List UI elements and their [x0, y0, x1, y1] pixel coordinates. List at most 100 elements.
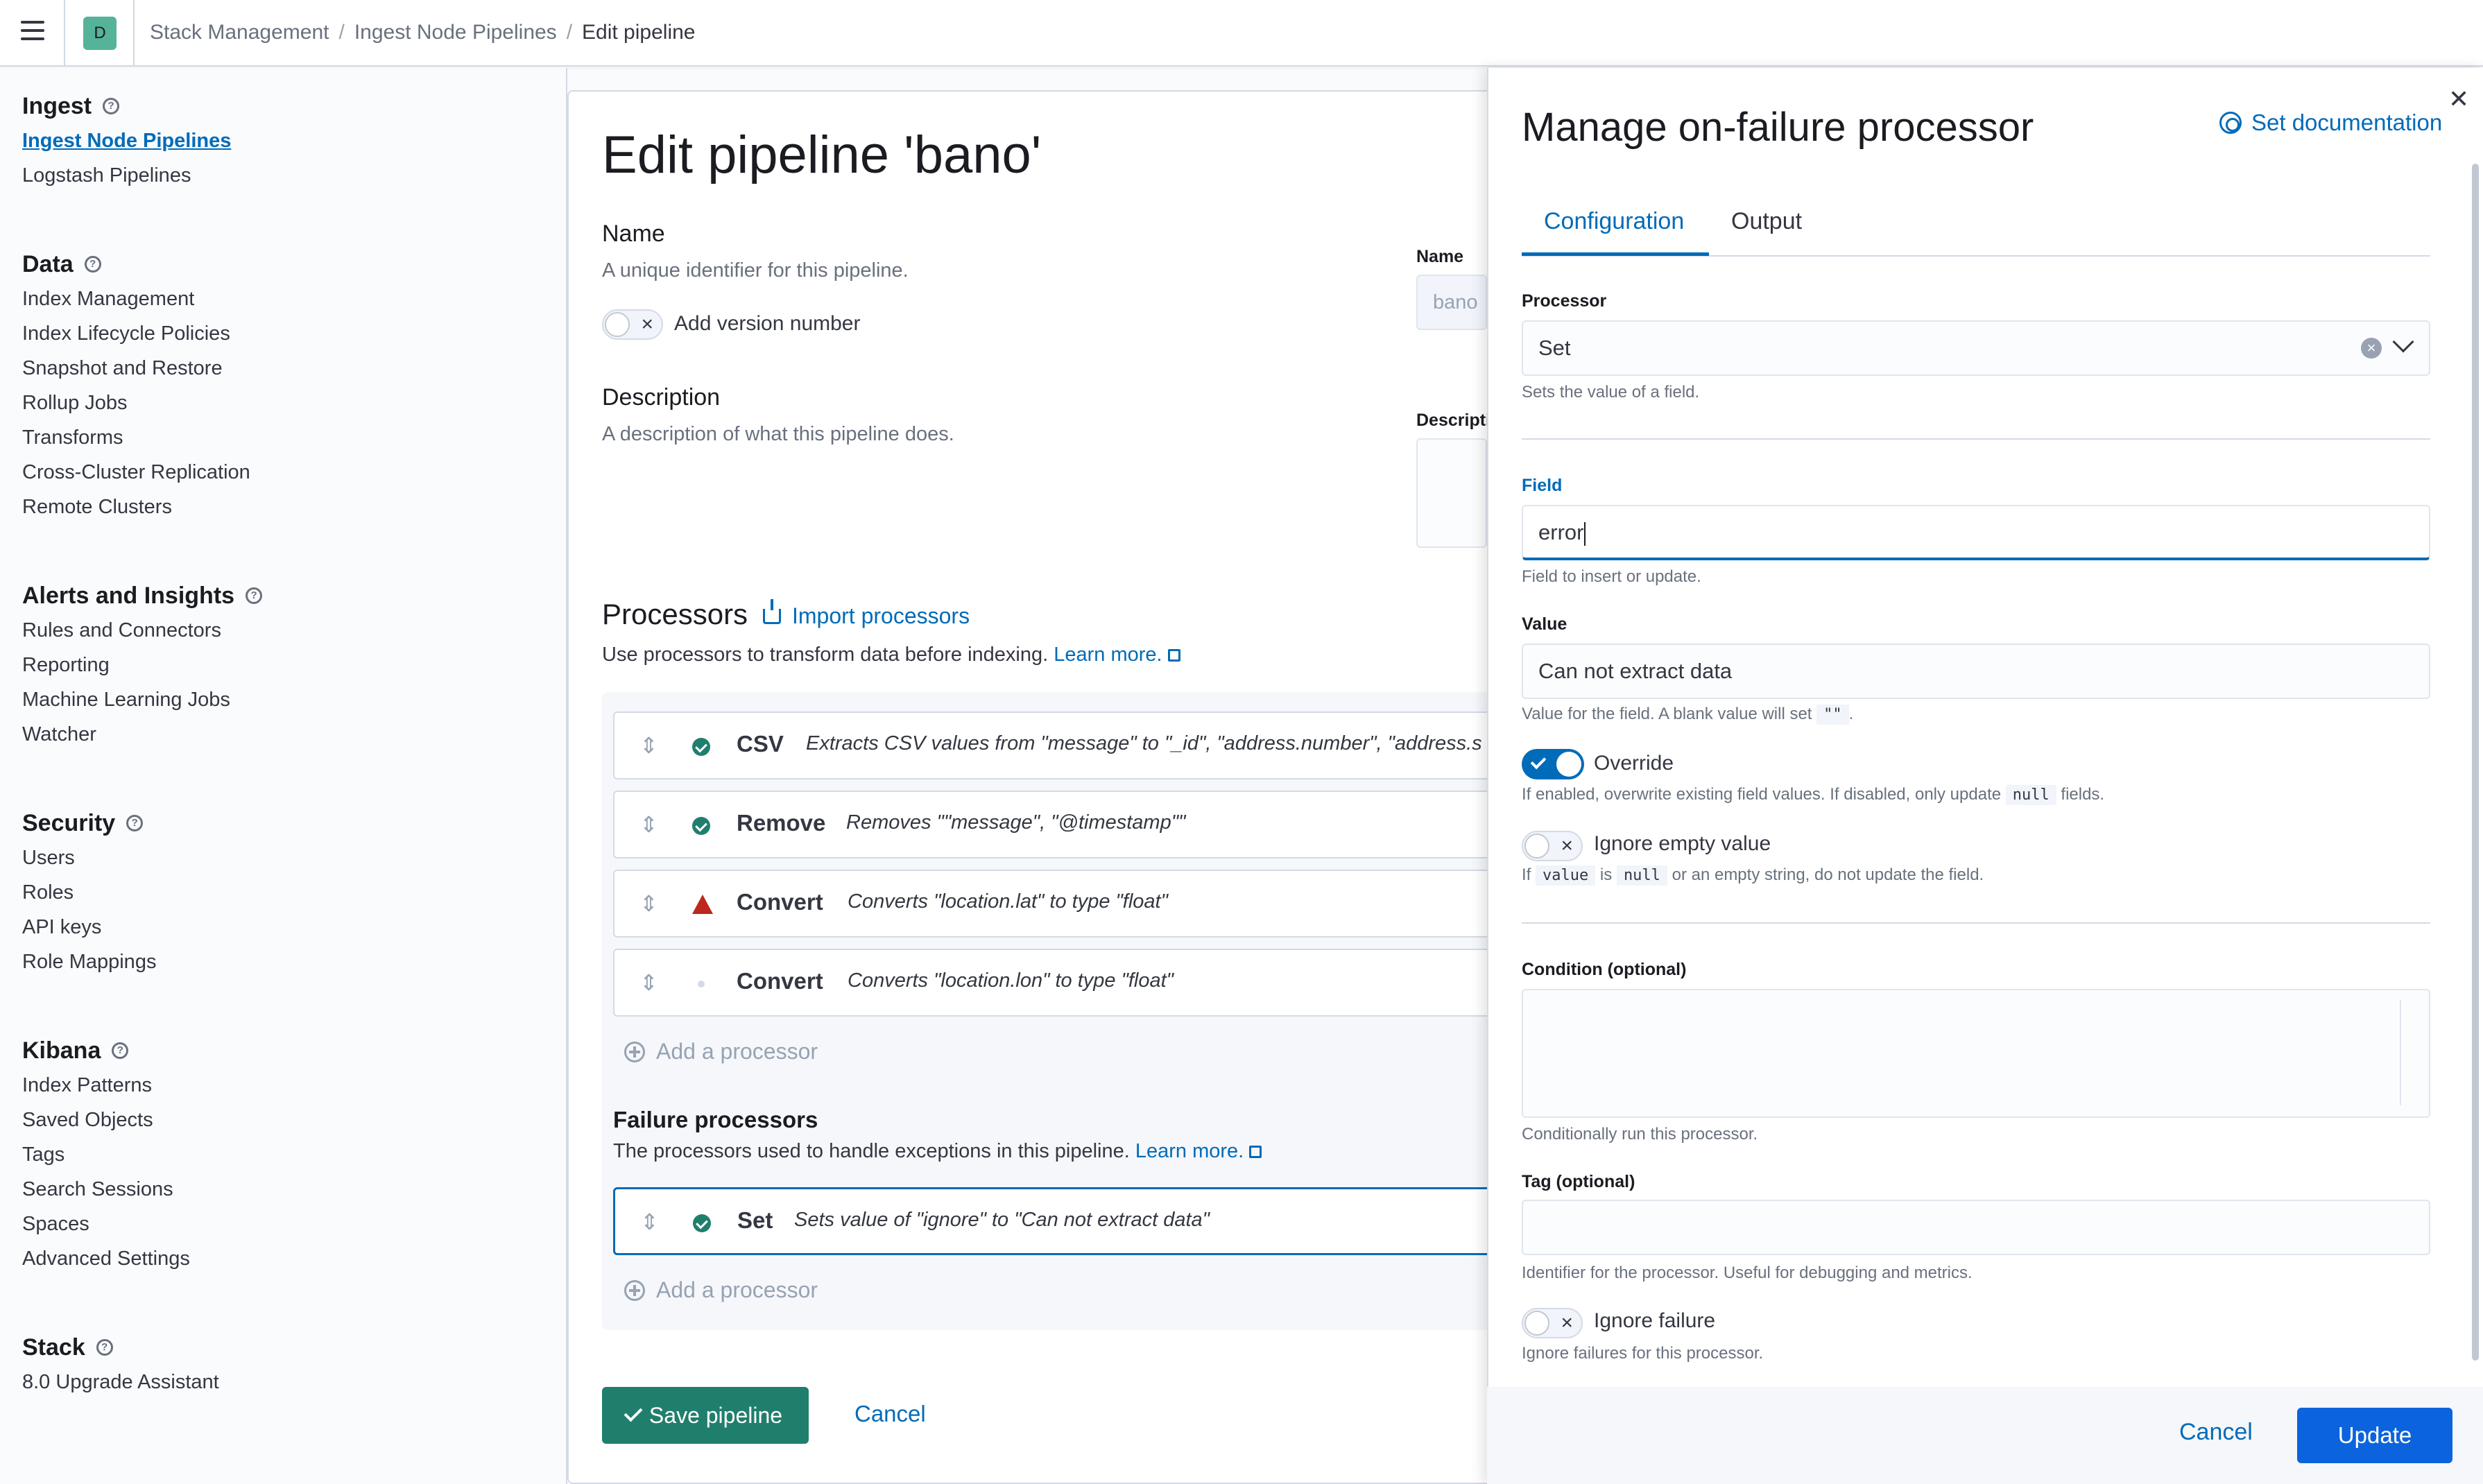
- help-icon[interactable]: ?: [103, 98, 120, 114]
- tag-input[interactable]: [1522, 1200, 2430, 1255]
- sidebar-item-roles[interactable]: Roles: [22, 875, 156, 910]
- tab-configuration[interactable]: Configuration: [1544, 208, 1684, 235]
- sidebar-item-upgrade-assistant[interactable]: 8.0 Upgrade Assistant: [22, 1365, 219, 1399]
- help-icon[interactable]: ?: [96, 1339, 113, 1356]
- processor-row[interactable]: ⇕ Convert Converts "location.lat" to typ…: [613, 870, 1552, 938]
- nav-group-data: Data? Index Management Index Lifecycle P…: [22, 247, 250, 524]
- learn-more-link[interactable]: Learn more.: [1135, 1140, 1244, 1162]
- sidebar-item-tags[interactable]: Tags: [22, 1137, 190, 1172]
- sidebar-item-snapshot-and-restore[interactable]: Snapshot and Restore: [22, 351, 250, 386]
- help-icon[interactable]: ?: [246, 587, 263, 604]
- drag-handle-icon[interactable]: ⇕: [639, 732, 658, 759]
- ignore-empty-help-is: is: [1599, 865, 1613, 884]
- processor-desc: Sets value of "ignore" to "Can not extra…: [794, 1209, 1210, 1231]
- nav-group-title: Alerts and Insights: [22, 582, 235, 609]
- drag-handle-icon[interactable]: ⇕: [639, 969, 658, 996]
- hamburger-menu-icon[interactable]: [21, 21, 46, 42]
- nav-group-kibana: Kibana? Index Patterns Saved Objects Tag…: [22, 1033, 190, 1276]
- breadcrumb: Stack Management / Ingest Node Pipelines / E…: [150, 21, 696, 44]
- override-toggle[interactable]: [1522, 749, 1584, 779]
- nav-group-ingest: Ingest? Ingest Node Pipelines Logstash P…: [22, 89, 231, 193]
- help-icon[interactable]: ?: [84, 256, 101, 273]
- divider: [1522, 922, 2430, 924]
- flyout-cancel-button[interactable]: Cancel: [2179, 1419, 2253, 1446]
- check-circle-icon: [692, 738, 710, 756]
- version-toggle[interactable]: ×: [602, 309, 663, 340]
- processor-row[interactable]: ⇕ Convert Converts "location.lon" to typ…: [613, 949, 1552, 1017]
- space-avatar[interactable]: D: [83, 17, 117, 50]
- import-processors-label: Import processors: [792, 603, 970, 628]
- override-label: Override: [1594, 752, 1674, 775]
- drag-handle-icon[interactable]: ⇕: [639, 811, 658, 838]
- processor-select[interactable]: Set: [1522, 320, 2430, 376]
- processor-row[interactable]: ⇕ Remove Removes ""message", "@timestamp…: [613, 791, 1552, 859]
- failure-processors-desc: The processors used to handle exceptions…: [613, 1140, 1262, 1163]
- condition-editor[interactable]: [1522, 989, 2430, 1118]
- name-section-desc: A unique identifier for this pipeline.: [602, 259, 909, 282]
- processor-name: Convert: [737, 968, 823, 994]
- field-input[interactable]: error: [1522, 505, 2430, 560]
- set-documentation-link[interactable]: Set documentation: [2219, 110, 2442, 136]
- sidebar-item-search-sessions[interactable]: Search Sessions: [22, 1172, 190, 1207]
- import-processors-link[interactable]: Import processors: [763, 598, 970, 629]
- sidebar-item-index-management[interactable]: Index Management: [22, 282, 250, 316]
- sidebar-item-index-patterns[interactable]: Index Patterns: [22, 1068, 190, 1103]
- sidebar-item-api-keys[interactable]: API keys: [22, 910, 156, 944]
- sidebar-item-remote-clusters[interactable]: Remote Clusters: [22, 490, 250, 524]
- processor-desc: Converts "location.lat" to type "float": [848, 890, 1168, 913]
- help-icon[interactable]: ?: [112, 1042, 129, 1059]
- value-help-text: Value for the field. A blank value will …: [1522, 705, 1812, 723]
- name-section-title: Name: [602, 221, 665, 247]
- breadcrumb-ingest-node-pipelines[interactable]: Ingest Node Pipelines: [354, 21, 557, 44]
- flyout-scrollbar[interactable]: [2472, 164, 2479, 1361]
- learn-more-link[interactable]: Learn more.: [1054, 644, 1162, 666]
- description-field[interactable]: [1416, 438, 1487, 548]
- name-field[interactable]: bano: [1416, 275, 1487, 330]
- sidebar-item-saved-objects[interactable]: Saved Objects: [22, 1103, 190, 1137]
- sidebar-item-logstash-pipelines[interactable]: Logstash Pipelines: [22, 158, 231, 193]
- sidebar-item-transforms[interactable]: Transforms: [22, 420, 250, 455]
- sidebar-item-rollup-jobs[interactable]: Rollup Jobs: [22, 386, 250, 420]
- sidebar-item-index-lifecycle-policies[interactable]: Index Lifecycle Policies: [22, 316, 250, 351]
- sidebar-item-reporting[interactable]: Reporting: [22, 648, 262, 682]
- drag-handle-icon[interactable]: ⇕: [640, 1209, 659, 1235]
- value-label: Value: [1522, 614, 1567, 634]
- sidebar-item-machine-learning-jobs[interactable]: Machine Learning Jobs: [22, 682, 262, 717]
- field-help: Field to insert or update.: [1522, 567, 1701, 586]
- add-processor-button[interactable]: Add a processor: [624, 1039, 818, 1064]
- sidebar-item-watcher[interactable]: Watcher: [22, 717, 262, 752]
- cancel-button[interactable]: Cancel: [854, 1401, 926, 1427]
- failure-processor-row[interactable]: ⇕ Set Sets value of "ignore" to "Can not…: [613, 1187, 1552, 1255]
- sidebar-item-spaces[interactable]: Spaces: [22, 1207, 190, 1241]
- documentation-icon: [2219, 112, 2242, 134]
- nav-group-title: Data: [22, 250, 74, 277]
- sidebar-item-advanced-settings[interactable]: Advanced Settings: [22, 1241, 190, 1276]
- ignore-failure-toggle[interactable]: ×: [1522, 1308, 1583, 1338]
- nav-group-title: Ingest: [22, 92, 92, 119]
- ignore-empty-help-if: If: [1522, 865, 1531, 884]
- value-input[interactable]: Can not extract data: [1522, 644, 2430, 699]
- processors-desc-text: Use processors to transform data before …: [602, 644, 1049, 666]
- sidebar-item-rules-connectors[interactable]: Rules and Connectors: [22, 613, 262, 648]
- close-icon[interactable]: ✕: [2448, 85, 2469, 114]
- update-button[interactable]: Update: [2297, 1408, 2452, 1463]
- sidebar-item-users[interactable]: Users: [22, 840, 156, 875]
- tab-output[interactable]: Output: [1731, 208, 1802, 235]
- processor-row[interactable]: ⇕ CSV Extracts CSV values from "message"…: [613, 711, 1552, 779]
- breadcrumb-stack-management[interactable]: Stack Management: [150, 21, 329, 44]
- save-pipeline-button[interactable]: Save pipeline: [602, 1387, 809, 1444]
- ignore-empty-toggle[interactable]: ×: [1522, 831, 1583, 861]
- failure-processors-title: Failure processors: [613, 1107, 818, 1132]
- drag-handle-icon[interactable]: ⇕: [639, 890, 658, 917]
- sidebar-item-role-mappings[interactable]: Role Mappings: [22, 944, 156, 979]
- help-icon[interactable]: ?: [126, 815, 144, 831]
- sidebar-item-cross-cluster-replication[interactable]: Cross-Cluster Replication: [22, 455, 250, 490]
- add-failure-processor-button[interactable]: Add a processor: [624, 1277, 818, 1303]
- plus-circle-icon: [624, 1279, 645, 1301]
- processor-label: Processor: [1522, 291, 1607, 311]
- nav-group-title: Kibana: [22, 1037, 101, 1064]
- override-help: If enabled, overwrite existing field val…: [1522, 785, 2104, 805]
- clear-icon[interactable]: ×: [2361, 338, 2382, 359]
- sidebar-item-ingest-node-pipelines[interactable]: Ingest Node Pipelines: [22, 123, 231, 158]
- processor-name: Convert: [737, 889, 823, 915]
